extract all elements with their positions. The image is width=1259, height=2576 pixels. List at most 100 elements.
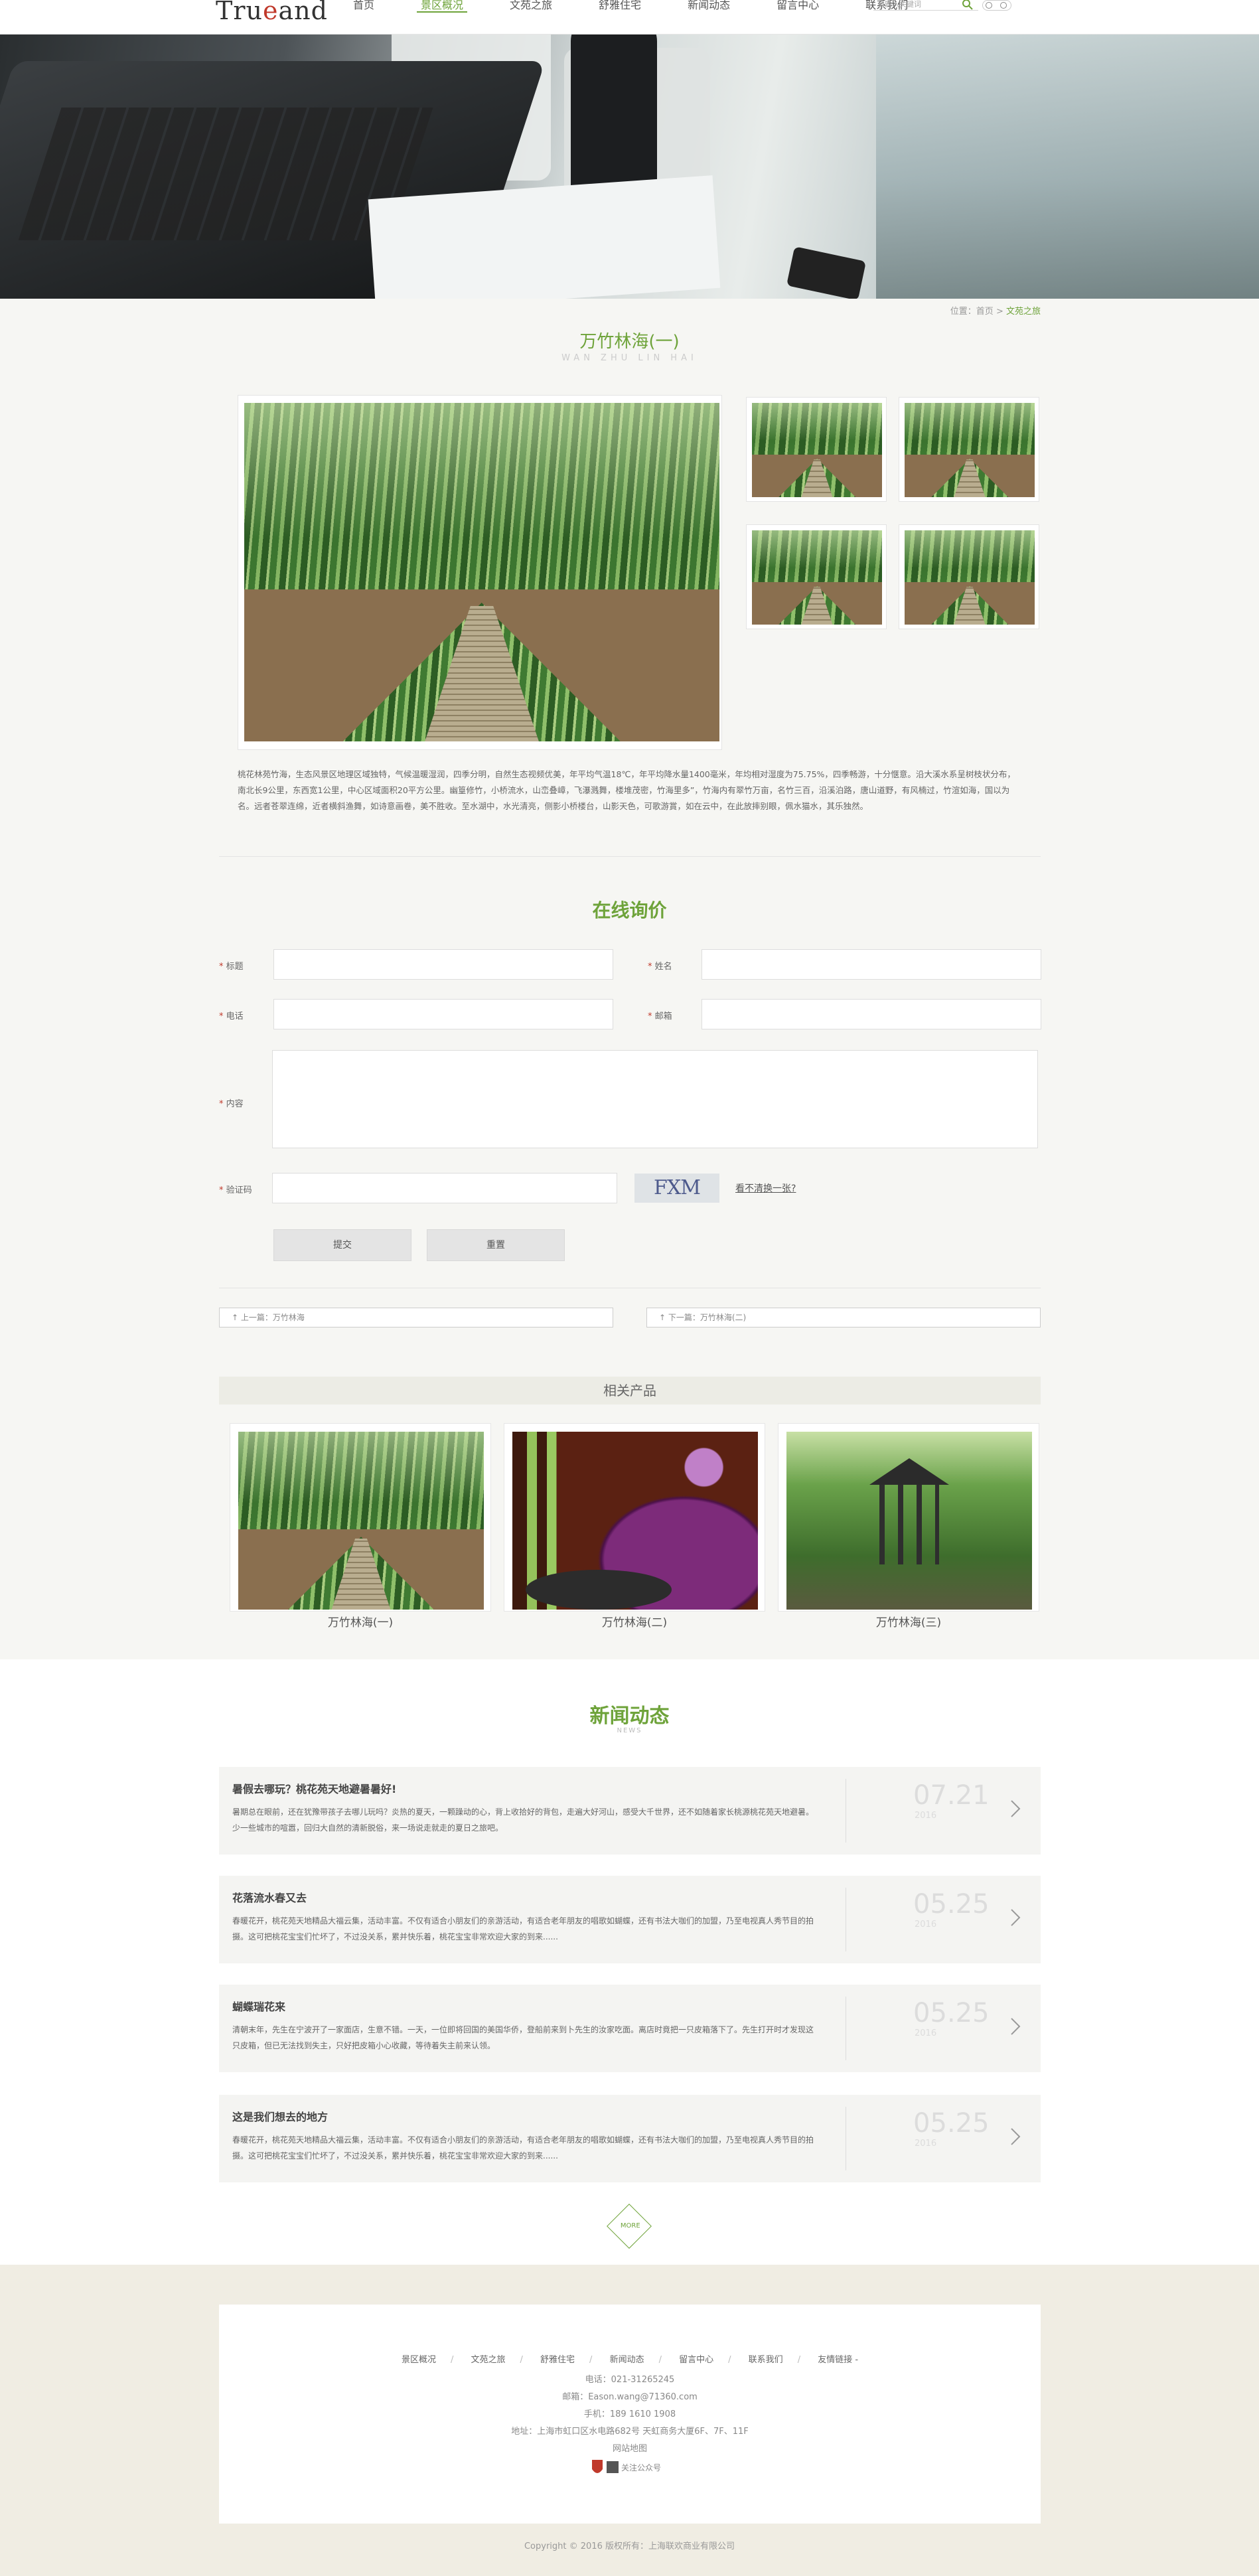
refresh-captcha-link[interactable]: 看不清换一张? [735, 1181, 796, 1195]
captcha-label: * 验证码 [219, 1185, 252, 1195]
footer-link-tour[interactable]: 文苑之旅 [471, 2355, 505, 2365]
main-nav: 首页 景区概况 文苑之旅 舒雅住宅 新闻动态 留言中心 联系我们 [345, 0, 946, 13]
footer-link-residence[interactable]: 舒雅住宅 [540, 2355, 575, 2365]
gallery-thumb-4[interactable] [899, 524, 1039, 629]
language-icon-en [1000, 2, 1007, 9]
breadcrumb: 位置：首页 > 文苑之旅 [950, 304, 1041, 317]
nav-item-message[interactable]: 留言中心 [769, 0, 827, 13]
email-field[interactable] [702, 999, 1041, 1029]
copyright: Copyright © 2016 版权所有：上海联欢商业有限公司 [524, 2541, 735, 2551]
footer-email: 邮箱：Eason.wang@71360.com [562, 2392, 698, 2402]
chevron-right-icon[interactable] [1009, 1908, 1022, 1928]
submit-button[interactable]: 提交 [273, 1229, 411, 1261]
news-item-title[interactable]: 暑假去哪玩？桃花苑天地避暑暑好! [232, 1780, 396, 1796]
footer-wechat-label: 关注公众号 [621, 2462, 661, 2472]
news-item-date: 05.25 [913, 2108, 990, 2139]
nav-item-overview[interactable]: 景区概况 [413, 0, 471, 13]
gallery-thumb-image [752, 530, 882, 625]
gallery-thumb-image [752, 403, 882, 497]
news-item-desc: 清朝末年，先生在宁波开了一家面店，生意不错。一天，一位即将回国的美国华侨，登船前… [232, 2025, 814, 2050]
news-item-year: 2016 [915, 1811, 937, 1821]
news-item-title[interactable]: 这是我们想去的地方 [232, 2108, 328, 2124]
product-title: 万竹林海(一) [579, 332, 680, 352]
nav-item-residence[interactable]: 舒雅住宅 [591, 0, 649, 13]
gallery-thumb-3[interactable] [746, 524, 887, 629]
hero-banner [0, 35, 1259, 299]
gallery-main-image [244, 403, 719, 741]
news-item[interactable]: 蝴蝶瑞花来 清朝末年，先生在宁波开了一家面店，生意不错。一天，一位即将回国的美国… [219, 1985, 1041, 2072]
news-subtitle: NEWS [617, 1727, 642, 1734]
news-item-desc: 春暖花开，桃花苑天地精品大福云集，活动丰富。不仅有适合小朋友们的亲游活动，有适合… [232, 2135, 814, 2160]
divider [219, 856, 1041, 857]
captcha-field[interactable] [272, 1173, 617, 1203]
footer-link-overview[interactable]: 景区概况 [402, 2355, 436, 2365]
nav-item-news[interactable]: 新闻动态 [680, 0, 738, 13]
gallery-thumb-2[interactable] [899, 397, 1039, 502]
product-subtitle: WAN ZHU LIN HAI [561, 353, 698, 363]
nav-item-tour[interactable]: 文苑之旅 [502, 0, 560, 13]
phone-label: * 电话 [219, 1012, 244, 1022]
related-products-header: 相关产品 [219, 1377, 1041, 1404]
news-item[interactable]: 暑假去哪玩？桃花苑天地避暑暑好! 暑期总在眼前，还在犹豫带孩子去哪儿玩吗？炎热的… [219, 1767, 1041, 1855]
chevron-right-icon[interactable] [1009, 2127, 1022, 2147]
related-caption[interactable]: 万竹林海(二) [504, 1613, 765, 1629]
news-item-desc: 暑期总在眼前，还在犹豫带孩子去哪儿玩吗？炎热的夏天，一颗躁动的心，背上收拾好的背… [232, 1807, 814, 1833]
related-caption[interactable]: 万竹林海(三) [778, 1613, 1039, 1629]
site-logo[interactable]: Trueand [216, 0, 328, 25]
search-icon[interactable] [961, 0, 974, 11]
gallery-thumb-image [905, 530, 1035, 625]
news-item-date: 07.21 [913, 1780, 990, 1811]
news-item-year: 2016 [915, 1920, 937, 1930]
related-image [786, 1432, 1032, 1610]
news-item[interactable]: 这是我们想去的地方 春暖花开，桃花苑天地精品大福云集，活动丰富。不仅有适合小朋友… [219, 2095, 1041, 2182]
footer-address: 地址：上海市虹口区水电路682号 天虹商务大厦6F、7F、11F [511, 2427, 749, 2437]
news-item-date: 05.25 [913, 1998, 990, 2028]
reset-button[interactable]: 重置 [427, 1229, 565, 1261]
footer-link-contact[interactable]: 联系我们 [749, 2355, 783, 2365]
news-item-title[interactable]: 花落流水春又去 [232, 1889, 307, 1905]
footer-link-news[interactable]: 新闻动态 [610, 2355, 644, 2365]
news-item-date: 05.25 [913, 1889, 990, 1920]
breadcrumb-current[interactable]: 文苑之旅 [1006, 307, 1041, 317]
subject-field[interactable] [273, 949, 613, 980]
news-item-year: 2016 [915, 2139, 937, 2149]
news-item-desc: 春暖花开，桃花苑天地精品大福云集，活动丰富。不仅有适合小朋友们的亲游活动，有适合… [232, 1916, 814, 1941]
related-card-3[interactable] [778, 1423, 1039, 1612]
gallery-thumb-1[interactable] [746, 397, 887, 502]
chevron-right-icon[interactable] [1009, 2016, 1022, 2036]
breadcrumb-prefix: 位置： [950, 307, 976, 317]
captcha-image[interactable]: FXM [634, 1174, 719, 1203]
more-news-label: MORE [620, 2222, 640, 2230]
language-icon-cn [986, 2, 992, 9]
breadcrumb-home[interactable]: 首页 [976, 307, 994, 317]
footer-sitemap-link[interactable]: 网站地图 [219, 2441, 1041, 2454]
footer-link-message[interactable]: 留言中心 [679, 2355, 713, 2365]
breadcrumb-separator: > [993, 307, 1006, 317]
gallery-thumb-image [905, 403, 1035, 497]
shield-icon: 关注公众号 [592, 2460, 661, 2473]
footer-link-friends[interactable]: 友情链接 - [818, 2355, 858, 2365]
news-title: 新闻动态 [589, 1705, 670, 1728]
prev-article-link[interactable]: ↑ 上一篇：万竹林海 [219, 1308, 613, 1327]
content-label: * 内容 [219, 1099, 244, 1109]
next-article-link[interactable]: ↑ 下一篇：万竹林海(二) [646, 1308, 1041, 1327]
related-card-2[interactable] [504, 1423, 765, 1612]
email-label: * 邮箱 [648, 1012, 672, 1022]
footer-mobile: 手机：189 1610 1908 [583, 2409, 676, 2419]
site-header: Trueand 首页 景区概况 文苑之旅 舒雅住宅 新闻动态 留言中心 联系我们… [0, 0, 1259, 35]
news-item[interactable]: 花落流水春又去 春暖花开，桃花苑天地精品大福云集，活动丰富。不仅有适合小朋友们的… [219, 1876, 1041, 1963]
phone-field[interactable] [273, 999, 613, 1029]
related-caption[interactable]: 万竹林海(一) [230, 1613, 491, 1629]
related-card-1[interactable] [230, 1423, 491, 1612]
nav-item-home[interactable]: 首页 [345, 0, 382, 13]
news-item-title[interactable]: 蝴蝶瑞花来 [232, 1998, 285, 2014]
news-item-year: 2016 [915, 2028, 937, 2038]
language-toggle[interactable] [982, 0, 1011, 11]
subject-label: * 标题 [219, 962, 244, 972]
name-label: * 姓名 [648, 962, 672, 972]
chevron-right-icon[interactable] [1009, 1799, 1022, 1819]
footer-badges: 关注公众号 [589, 2459, 676, 2478]
content-textarea[interactable] [272, 1050, 1038, 1148]
name-field[interactable] [702, 949, 1041, 980]
related-image [238, 1432, 484, 1610]
